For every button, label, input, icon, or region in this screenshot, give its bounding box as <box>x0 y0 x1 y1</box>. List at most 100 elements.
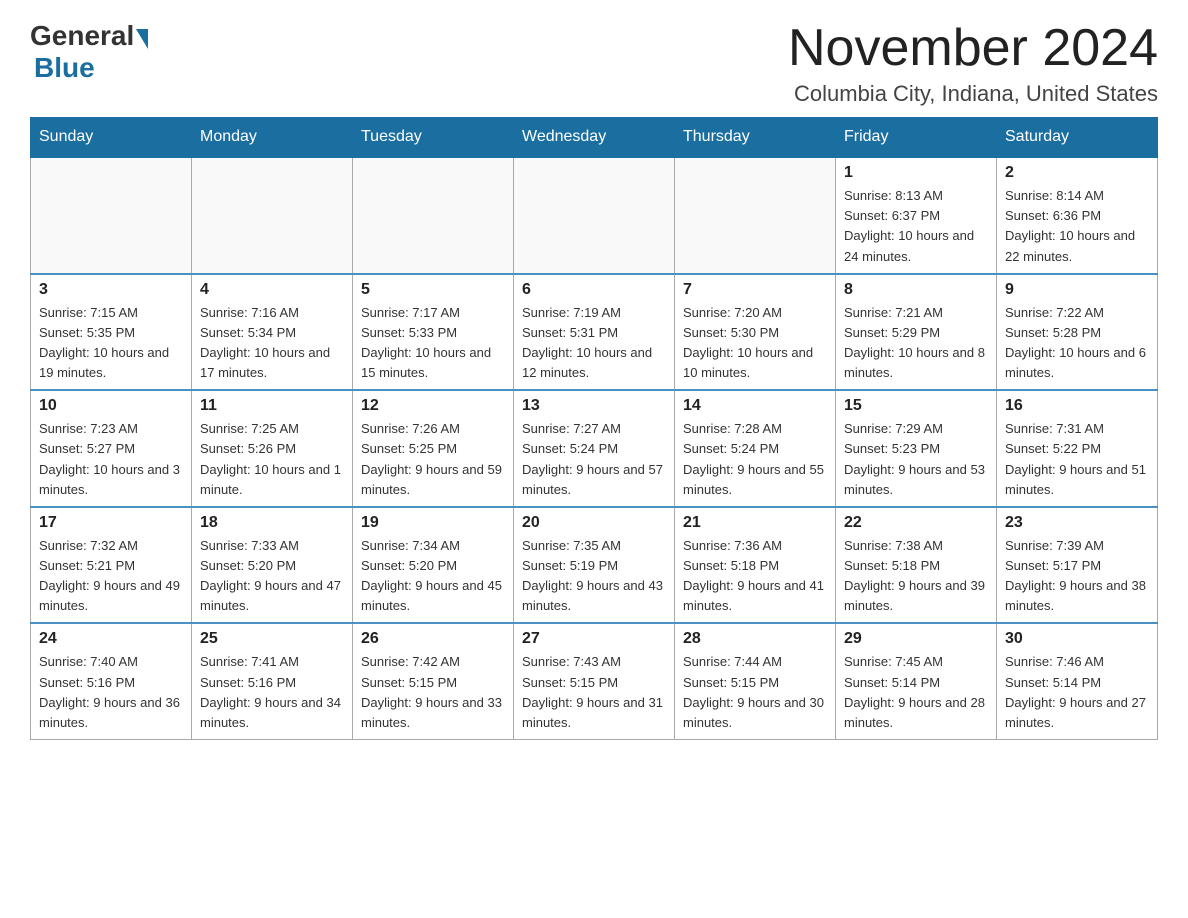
calendar-cell: 29Sunrise: 7:45 AMSunset: 5:14 PMDayligh… <box>836 623 997 739</box>
day-info: Sunrise: 7:16 AMSunset: 5:34 PMDaylight:… <box>200 303 344 384</box>
day-number: 18 <box>200 514 344 532</box>
calendar-week-row: 17Sunrise: 7:32 AMSunset: 5:21 PMDayligh… <box>31 507 1158 624</box>
day-number: 19 <box>361 514 505 532</box>
weekday-header-sunday: Sunday <box>31 118 192 158</box>
logo: General Blue <box>30 20 148 84</box>
calendar-cell <box>353 157 514 274</box>
day-info: Sunrise: 7:38 AMSunset: 5:18 PMDaylight:… <box>844 536 988 617</box>
calendar-cell: 18 Sunrise: 7:33 AMSunset: 5:20 PMDayligh… <box>192 507 353 624</box>
day-info: Sunrise: 7:21 AMSunset: 5:29 PMDaylight:… <box>844 303 988 384</box>
calendar-header-row: SundayMondayTuesdayWednesdayThursdayFrid… <box>31 118 1158 158</box>
day-number: 27 <box>522 630 666 648</box>
calendar-cell: 27Sunrise: 7:43 AMSunset: 5:15 PMDayligh… <box>514 623 675 739</box>
day-number: 12 <box>361 397 505 415</box>
logo-general-text: General <box>30 20 134 52</box>
day-number: 11 <box>200 397 344 415</box>
day-info: Sunrise: 7:28 AMSunset: 5:24 PMDaylight:… <box>683 419 827 500</box>
calendar-cell: 8 Sunrise: 7:21 AMSunset: 5:29 PMDaylight… <box>836 274 997 391</box>
day-number: 17 <box>39 514 183 532</box>
calendar-table: SundayMondayTuesdayWednesdayThursdayFrid… <box>30 117 1158 740</box>
day-info: Sunrise: 7:19 AMSunset: 5:31 PMDaylight:… <box>522 303 666 384</box>
day-info: Sunrise: 7:44 AMSunset: 5:15 PMDaylight:… <box>683 652 827 733</box>
day-info: Sunrise: 7:41 AMSunset: 5:16 PMDaylight:… <box>200 652 344 733</box>
day-number: 10 <box>39 397 183 415</box>
calendar-week-row: 3 Sunrise: 7:15 AMSunset: 5:35 PMDaylight… <box>31 274 1158 391</box>
day-number: 25 <box>200 630 344 648</box>
page-header: General Blue November 2024 Columbia City… <box>30 20 1158 107</box>
calendar-cell: 19 Sunrise: 7:34 AMSunset: 5:20 PMDayligh… <box>353 507 514 624</box>
day-info: Sunrise: 7:26 AMSunset: 5:25 PMDaylight:… <box>361 419 505 500</box>
calendar-cell: 25 Sunrise: 7:41 AMSunset: 5:16 PMDayligh… <box>192 623 353 739</box>
calendar-cell: 20 Sunrise: 7:35 AMSunset: 5:19 PMDayligh… <box>514 507 675 624</box>
day-number: 8 <box>844 281 988 299</box>
day-info: Sunrise: 7:45 AMSunset: 5:14 PMDaylight:… <box>844 652 988 733</box>
day-number: 16 <box>1005 397 1149 415</box>
day-number: 21 <box>683 514 827 532</box>
calendar-cell: 7 Sunrise: 7:20 AMSunset: 5:30 PMDaylight… <box>675 274 836 391</box>
day-info: Sunrise: 7:23 AMSunset: 5:27 PMDaylight:… <box>39 419 183 500</box>
day-number: 9 <box>1005 281 1149 299</box>
day-number: 13 <box>522 397 666 415</box>
logo-arrow-icon <box>136 29 148 49</box>
day-info: Sunrise: 7:29 AMSunset: 5:23 PMDaylight:… <box>844 419 988 500</box>
calendar-cell: 30Sunrise: 7:46 AMSunset: 5:14 PMDayligh… <box>997 623 1158 739</box>
calendar-cell: 3 Sunrise: 7:15 AMSunset: 5:35 PMDaylight… <box>31 274 192 391</box>
calendar-cell: 21 Sunrise: 7:36 AMSunset: 5:18 PMDayligh… <box>675 507 836 624</box>
calendar-cell: 13 Sunrise: 7:27 AMSunset: 5:24 PMDayligh… <box>514 390 675 507</box>
month-title: November 2024 <box>788 20 1158 77</box>
logo-blue-text: Blue <box>34 52 95 84</box>
weekday-header-saturday: Saturday <box>997 118 1158 158</box>
calendar-cell <box>192 157 353 274</box>
calendar-cell: 4 Sunrise: 7:16 AMSunset: 5:34 PMDaylight… <box>192 274 353 391</box>
day-info: Sunrise: 7:40 AMSunset: 5:16 PMDaylight:… <box>39 652 183 733</box>
calendar-cell: 11 Sunrise: 7:25 AMSunset: 5:26 PMDayligh… <box>192 390 353 507</box>
day-info: Sunrise: 7:35 AMSunset: 5:19 PMDaylight:… <box>522 536 666 617</box>
day-number: 6 <box>522 281 666 299</box>
day-number: 24 <box>39 630 183 648</box>
day-info: Sunrise: 7:20 AMSunset: 5:30 PMDaylight:… <box>683 303 827 384</box>
day-number: 5 <box>361 281 505 299</box>
day-number: 4 <box>200 281 344 299</box>
calendar-cell: 5 Sunrise: 7:17 AMSunset: 5:33 PMDaylight… <box>353 274 514 391</box>
calendar-cell <box>514 157 675 274</box>
day-info: Sunrise: 7:34 AMSunset: 5:20 PMDaylight:… <box>361 536 505 617</box>
calendar-cell: 14 Sunrise: 7:28 AMSunset: 5:24 PMDayligh… <box>675 390 836 507</box>
calendar-cell: 12 Sunrise: 7:26 AMSunset: 5:25 PMDayligh… <box>353 390 514 507</box>
day-info: Sunrise: 7:27 AMSunset: 5:24 PMDaylight:… <box>522 419 666 500</box>
day-info: Sunrise: 7:25 AMSunset: 5:26 PMDaylight:… <box>200 419 344 500</box>
weekday-header-friday: Friday <box>836 118 997 158</box>
day-number: 7 <box>683 281 827 299</box>
day-info: Sunrise: 7:39 AMSunset: 5:17 PMDaylight:… <box>1005 536 1149 617</box>
day-number: 1 <box>844 164 988 182</box>
calendar-cell: 15 Sunrise: 7:29 AMSunset: 5:23 PMDayligh… <box>836 390 997 507</box>
day-number: 22 <box>844 514 988 532</box>
day-info: Sunrise: 8:13 AMSunset: 6:37 PMDaylight:… <box>844 186 988 267</box>
weekday-header-tuesday: Tuesday <box>353 118 514 158</box>
day-number: 30 <box>1005 630 1149 648</box>
day-number: 20 <box>522 514 666 532</box>
day-number: 14 <box>683 397 827 415</box>
calendar-cell: 16Sunrise: 7:31 AMSunset: 5:22 PMDayligh… <box>997 390 1158 507</box>
day-number: 26 <box>361 630 505 648</box>
day-number: 3 <box>39 281 183 299</box>
location-text: Columbia City, Indiana, United States <box>788 81 1158 107</box>
calendar-cell: 26 Sunrise: 7:42 AMSunset: 5:15 PMDayligh… <box>353 623 514 739</box>
calendar-cell: 9Sunrise: 7:22 AMSunset: 5:28 PMDaylight… <box>997 274 1158 391</box>
day-number: 15 <box>844 397 988 415</box>
calendar-cell: 2Sunrise: 8:14 AMSunset: 6:36 PMDaylight… <box>997 157 1158 274</box>
day-info: Sunrise: 7:15 AMSunset: 5:35 PMDaylight:… <box>39 303 183 384</box>
weekday-header-thursday: Thursday <box>675 118 836 158</box>
day-info: Sunrise: 7:17 AMSunset: 5:33 PMDaylight:… <box>361 303 505 384</box>
calendar-cell: 28Sunrise: 7:44 AMSunset: 5:15 PMDayligh… <box>675 623 836 739</box>
calendar-cell: 22 Sunrise: 7:38 AMSunset: 5:18 PMDayligh… <box>836 507 997 624</box>
day-info: Sunrise: 7:42 AMSunset: 5:15 PMDaylight:… <box>361 652 505 733</box>
day-number: 2 <box>1005 164 1149 182</box>
calendar-cell: 6 Sunrise: 7:19 AMSunset: 5:31 PMDaylight… <box>514 274 675 391</box>
calendar-cell: 1 Sunrise: 8:13 AMSunset: 6:37 PMDaylight… <box>836 157 997 274</box>
calendar-cell: 10 Sunrise: 7:23 AMSunset: 5:27 PMDayligh… <box>31 390 192 507</box>
title-block: November 2024 Columbia City, Indiana, Un… <box>788 20 1158 107</box>
weekday-header-wednesday: Wednesday <box>514 118 675 158</box>
calendar-cell <box>31 157 192 274</box>
day-info: Sunrise: 7:36 AMSunset: 5:18 PMDaylight:… <box>683 536 827 617</box>
day-info: Sunrise: 7:33 AMSunset: 5:20 PMDaylight:… <box>200 536 344 617</box>
